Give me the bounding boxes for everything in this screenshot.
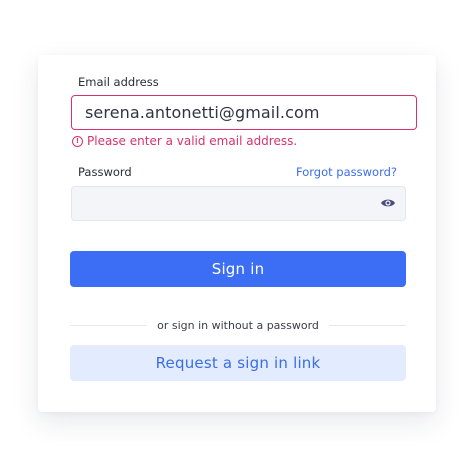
eye-icon[interactable] — [380, 197, 396, 209]
divider: or sign in without a password — [70, 318, 407, 332]
divider-line-right — [328, 324, 407, 326]
request-sign-in-link-button[interactable]: Request a sign in link — [70, 345, 406, 381]
email-field[interactable]: serena.antonetti@gmail.com — [71, 95, 417, 130]
email-error: ! Please enter a valid email address. — [72, 134, 297, 148]
password-label: Password — [78, 165, 132, 179]
email-error-text: Please enter a valid email address. — [87, 134, 298, 148]
password-field[interactable] — [71, 186, 406, 221]
divider-text: or sign in without a password — [157, 318, 319, 332]
email-value: serena.antonetti@gmail.com — [85, 103, 320, 122]
error-icon: ! — [72, 135, 83, 147]
signin-card: Email address serena.antonetti@gmail.com… — [38, 55, 436, 412]
email-label: Email address — [78, 75, 159, 89]
divider-line-left — [70, 324, 148, 326]
forgot-password-link[interactable]: Forgot password? — [296, 165, 397, 179]
sign-in-button[interactable]: Sign in — [70, 251, 406, 287]
